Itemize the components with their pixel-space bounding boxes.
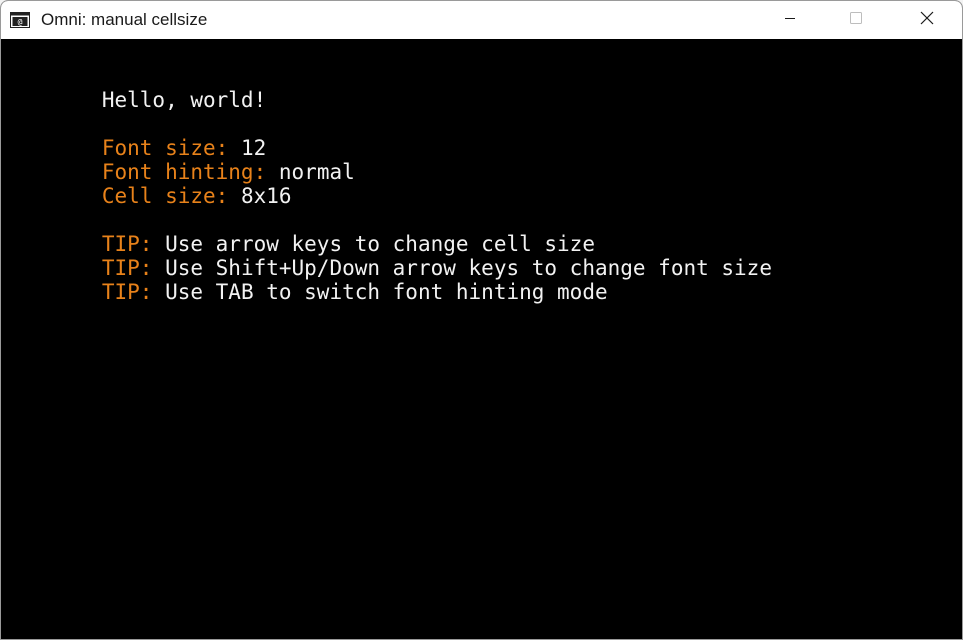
greeting-line: Hello, world! (26, 64, 266, 112)
svg-text:@: @ (18, 18, 23, 27)
title-bar[interactable]: @ Omni: manual cellsize (1, 1, 962, 39)
minimize-button[interactable] (767, 1, 813, 39)
tip-line: TIP: Use arrow keys to change cell size (26, 208, 595, 256)
tip-line: TIP: Use TAB to switch font hinting mode (26, 256, 608, 304)
maximize-icon (849, 11, 863, 30)
app-window: @ Omni: manual cellsize Hello, world! Fo… (0, 0, 963, 640)
window-title: Omni: manual cellsize (41, 10, 208, 29)
font-hinting-line: Font hinting: normal (26, 136, 355, 184)
tip-text: Use TAB to switch font hinting mode (165, 280, 608, 304)
tip-label: TIP: (101, 280, 153, 304)
close-button[interactable] (904, 1, 950, 39)
font-size-line: Font size: 12 (26, 112, 266, 160)
cell-size-label: Cell size: (101, 184, 229, 208)
minimize-icon (784, 11, 796, 29)
console-app-icon: @ (10, 12, 30, 28)
greeting-text: Hello, world! (101, 88, 267, 112)
terminal-area[interactable]: Hello, world! Font size: 12 Font hinting… (1, 39, 962, 639)
cell-size-line: Cell size: 8x16 (26, 160, 292, 208)
cell-size-value: 8x16 (240, 184, 292, 208)
maximize-button (833, 1, 879, 39)
tip-line: TIP: Use Shift+Up/Down arrow keys to cha… (26, 232, 772, 280)
close-icon (920, 11, 934, 30)
